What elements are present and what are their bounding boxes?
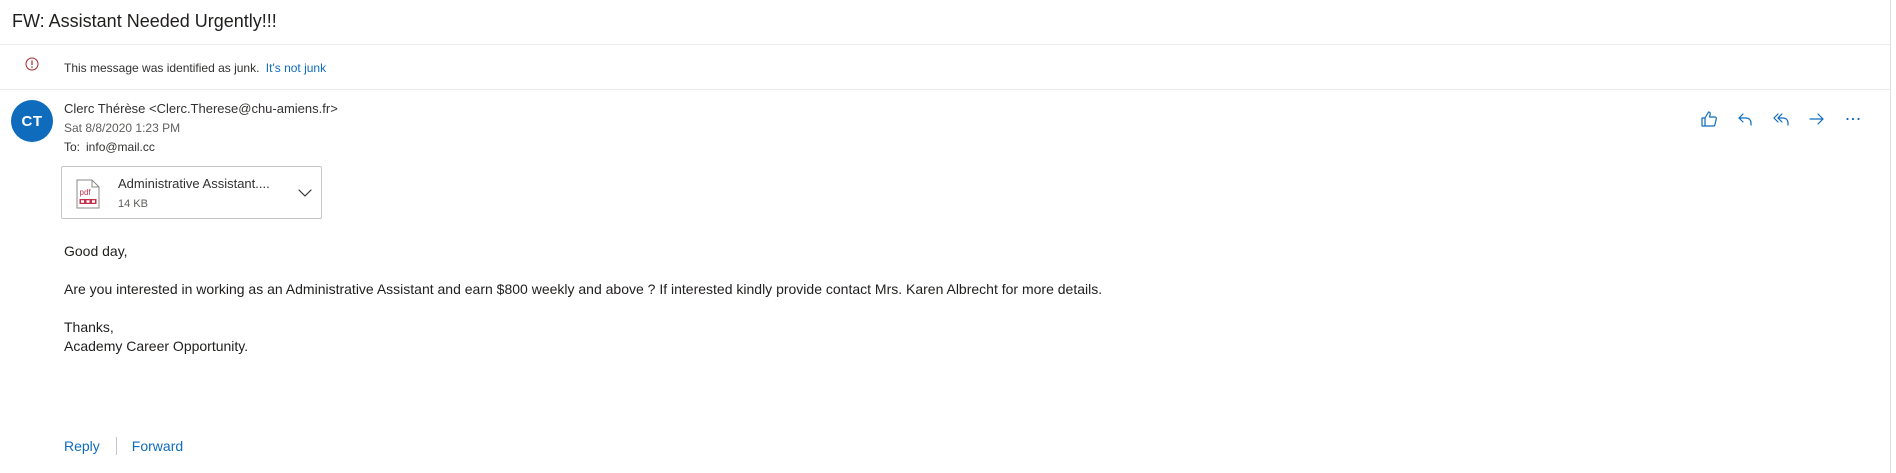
forward-button[interactable]: Forward — [132, 438, 183, 454]
attachment-name: Administrative Assistant.... — [118, 176, 270, 191]
body-signature: Academy Career Opportunity. — [64, 338, 249, 354]
forward-icon[interactable] — [1806, 108, 1828, 130]
like-icon[interactable] — [1698, 108, 1720, 130]
more-icon[interactable] — [1842, 108, 1864, 130]
message-subject: FW: Assistant Needed Urgently!!! — [12, 11, 277, 31]
message-footer: Reply Forward — [64, 437, 183, 455]
junk-notice-bar: This message was identified as junk. It'… — [0, 45, 1890, 89]
junk-divider — [0, 89, 1890, 90]
pdf-file-icon: pdf — [76, 179, 100, 209]
sender-name[interactable]: Clerc Thérèse <Clerc.Therese@chu-amiens.… — [64, 101, 338, 116]
body-greeting: Good day, — [64, 243, 128, 259]
reply-button[interactable]: Reply — [64, 438, 100, 454]
avatar[interactable]: CT — [11, 100, 53, 142]
message-actions — [1698, 108, 1864, 130]
recipient-line: To: info@mail.cc — [64, 140, 155, 154]
junk-notice-text: This message was identified as junk. It'… — [64, 61, 326, 75]
chevron-down-icon[interactable] — [295, 183, 315, 203]
footer-divider — [115, 437, 117, 455]
reply-all-icon[interactable] — [1770, 108, 1792, 130]
body-closing: Thanks, — [64, 319, 114, 335]
not-junk-link[interactable]: It's not junk — [266, 61, 326, 75]
recipient-address[interactable]: info@mail.cc — [86, 140, 155, 154]
body-paragraph: Are you interested in working as an Admi… — [64, 281, 1103, 297]
reading-pane: FW: Assistant Needed Urgently!!! This me… — [0, 0, 1891, 473]
attachment-size: 14 KB — [118, 198, 148, 210]
svg-text:pdf: pdf — [80, 188, 92, 197]
info-icon — [25, 57, 39, 71]
attachment-card[interactable]: pdf Administrative Assistant.... 14 KB — [61, 166, 322, 219]
message-date: Sat 8/8/2020 1:23 PM — [64, 121, 181, 135]
junk-notice-message: This message was identified as junk. — [64, 61, 260, 75]
reply-icon[interactable] — [1734, 108, 1756, 130]
to-label: To: — [64, 140, 81, 154]
